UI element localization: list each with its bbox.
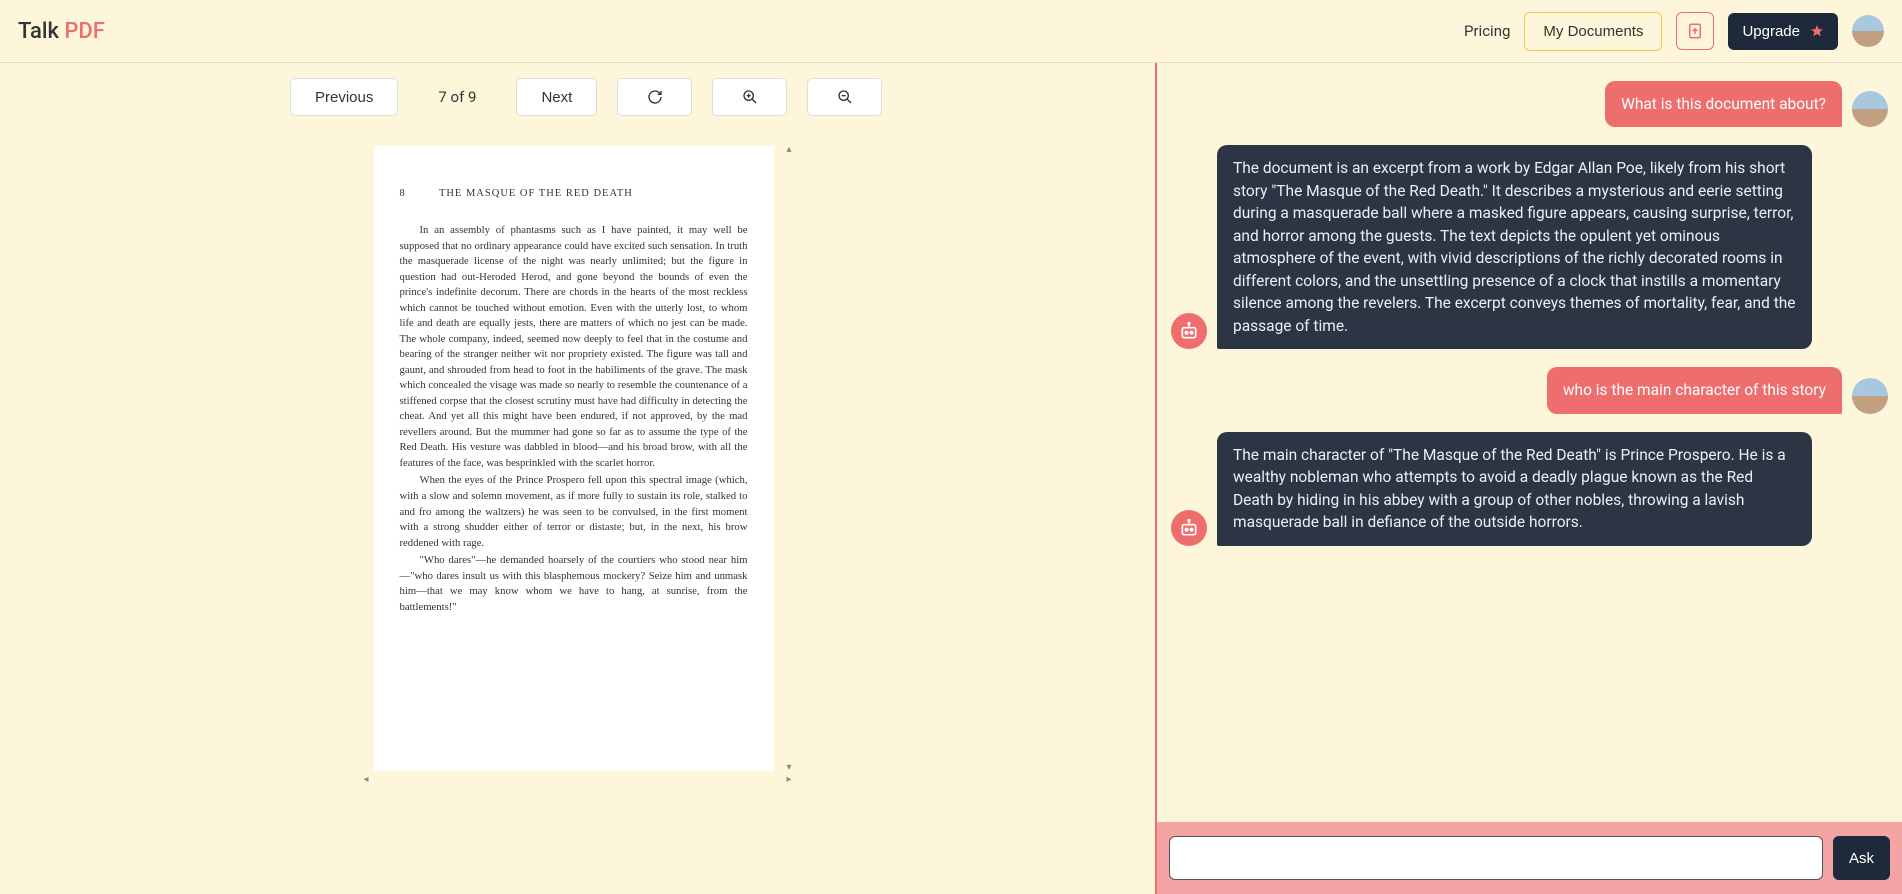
chat-message-bot: The main character of "The Masque of the… [1171,432,1888,546]
zoom-out-icon [837,89,853,105]
header-right: Pricing My Documents Upgrade [1464,12,1884,51]
logo-text-1: Talk [18,19,64,44]
logo[interactable]: Talk PDF [18,19,105,44]
page-header: 8 THE MASQUE OF THE RED DEATH [400,186,748,201]
scroll-left-icon[interactable]: ◂ [364,774,369,785]
scroll-up-icon[interactable]: ▴ [786,144,791,155]
document-area[interactable]: ▴ 8 THE MASQUE OF THE RED DEATH In an as… [374,146,782,771]
my-documents-button[interactable]: My Documents [1524,12,1662,51]
body: Previous 7 of 9 Next ▴ 8 THE MASQUE OF T… [0,63,1902,894]
page-indicator: 7 of 9 [418,78,496,116]
chat-input[interactable] [1169,836,1823,880]
bot-avatar [1171,313,1207,349]
zoom-in-icon [742,89,758,105]
logo-text-2: PDF [64,19,105,44]
chat-input-bar: Ask [1157,822,1902,894]
bot-icon [1179,321,1199,341]
chat-message-bot: The document is an excerpt from a work b… [1171,145,1888,349]
upgrade-button[interactable]: Upgrade [1728,13,1838,50]
chat-message-user: who is the main character of this story [1171,367,1888,413]
user-avatar-small [1852,91,1888,127]
upload-icon [1686,22,1704,40]
upload-button[interactable] [1676,12,1714,50]
header: Talk PDF Pricing My Documents Upgrade [0,0,1902,63]
bot-icon [1179,518,1199,538]
paragraph: "Who dares"—he demanded hoarsely of the … [400,553,748,615]
page-number: 8 [400,186,436,201]
paragraph: In an assembly of phantasms such as I ha… [400,223,748,471]
chat-message-user: What is this document about? [1171,81,1888,127]
bot-bubble: The document is an excerpt from a work b… [1217,145,1812,349]
chat-pane: What is this document about? The documen… [1157,63,1902,894]
previous-button[interactable]: Previous [290,78,398,116]
bot-avatar [1171,510,1207,546]
page-title: THE MASQUE OF THE RED DEATH [439,188,633,199]
user-avatar-small [1852,378,1888,414]
rotate-button[interactable] [617,78,692,116]
pricing-link[interactable]: Pricing [1464,22,1510,40]
chat-scroll[interactable]: What is this document about? The documen… [1157,63,1902,822]
upgrade-label: Upgrade [1742,23,1800,40]
paragraph: When the eyes of the Prince Prospero fel… [400,473,748,551]
zoom-out-button[interactable] [807,78,882,116]
user-bubble: What is this document about? [1605,81,1842,127]
bot-bubble: The main character of "The Masque of the… [1217,432,1812,546]
scroll-right-icon[interactable]: ▸ [786,774,791,785]
pdf-toolbar: Previous 7 of 9 Next [0,63,1155,116]
user-avatar[interactable] [1852,15,1884,47]
pdf-page: 8 THE MASQUE OF THE RED DEATH In an asse… [374,146,774,771]
ask-button[interactable]: Ask [1833,836,1890,880]
star-icon [1810,24,1824,38]
rotate-icon [647,89,663,105]
zoom-in-button[interactable] [712,78,787,116]
scroll-down-icon[interactable]: ▾ [786,762,791,773]
next-button[interactable]: Next [516,78,597,116]
pdf-pane: Previous 7 of 9 Next ▴ 8 THE MASQUE OF T… [0,63,1157,894]
user-bubble: who is the main character of this story [1547,367,1842,413]
